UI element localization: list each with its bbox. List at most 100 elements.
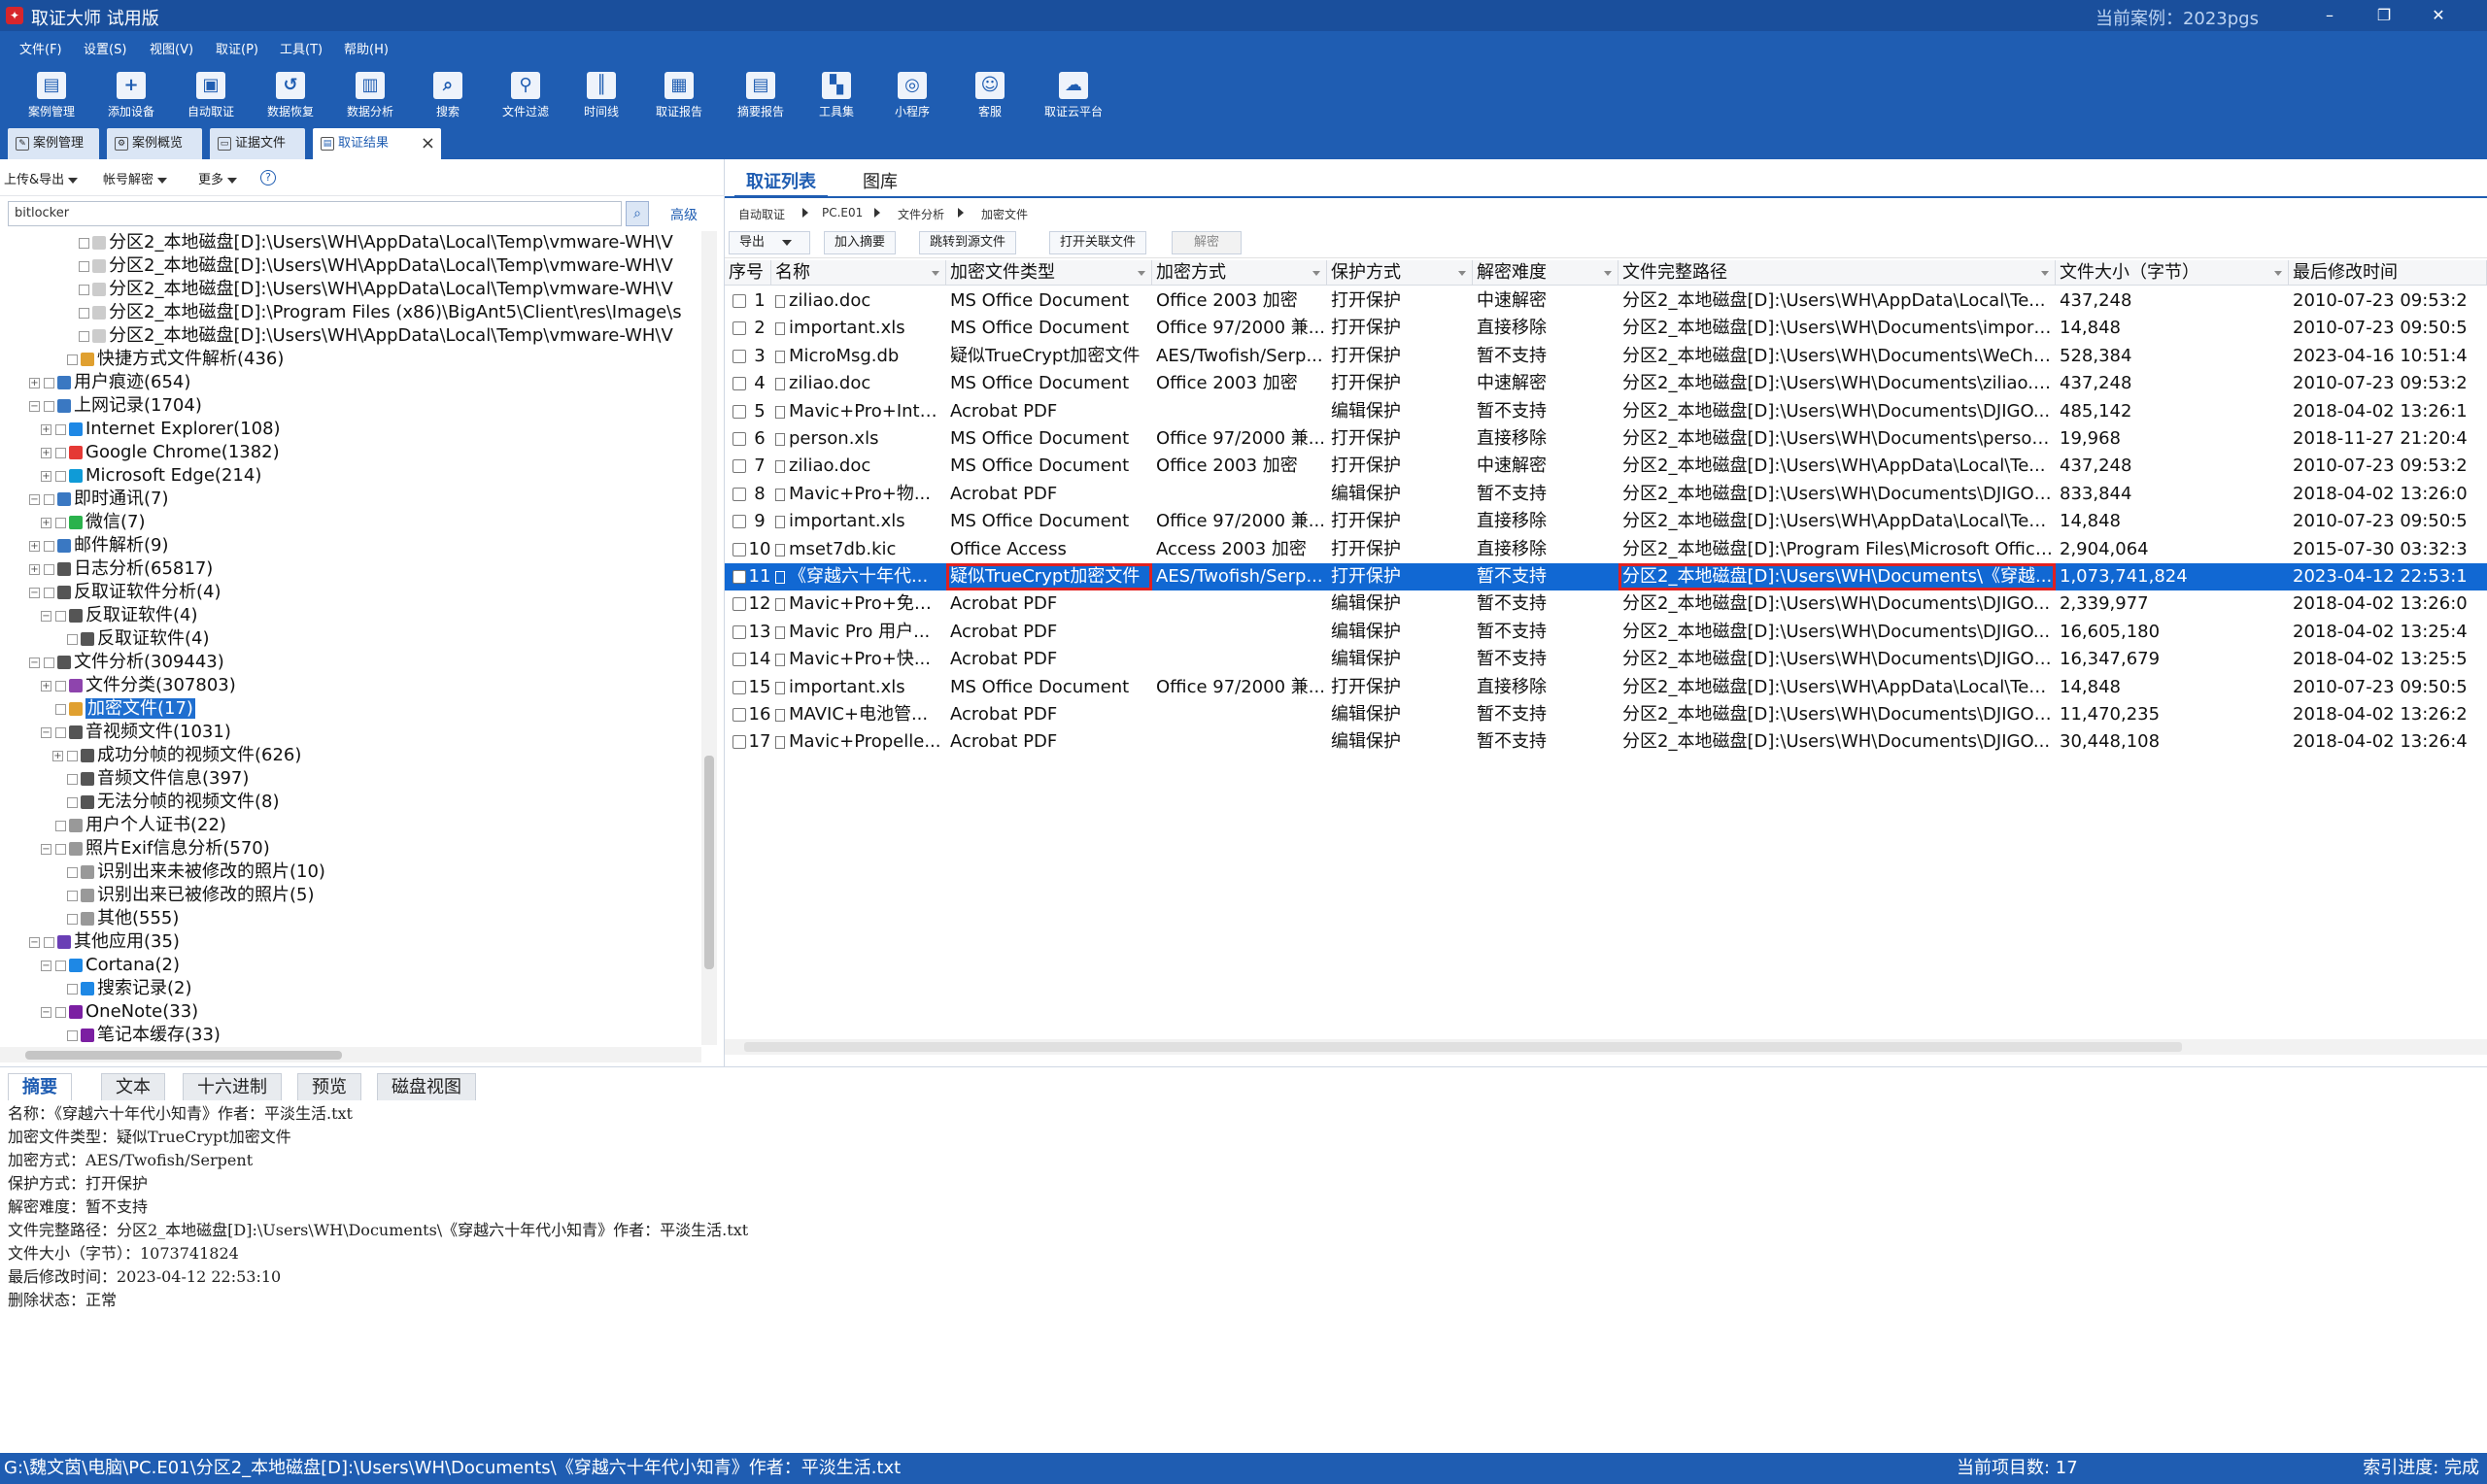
collapse-icon[interactable]: −	[41, 843, 51, 855]
tree-vertical-scrollbar[interactable]	[701, 231, 717, 1045]
tree-node[interactable]: − 文件分析(309443)	[29, 651, 224, 674]
table-row[interactable]: 9 important.xls MS Office Document Office 9…	[725, 508, 2487, 535]
row-checkbox[interactable]	[732, 405, 746, 419]
tree-checkbox[interactable]	[67, 633, 78, 645]
tree-checkbox[interactable]	[55, 610, 66, 622]
tree-node[interactable]: − 反取证软件分析(4)	[29, 581, 221, 604]
scrollbar-thumb[interactable]	[744, 1042, 2182, 1052]
tree-node[interactable]: − 反取证软件(4)	[41, 604, 198, 627]
tree-node[interactable]: 反取证软件(4)	[52, 627, 210, 651]
tree-node[interactable]: − 上网记录(1704)	[29, 394, 202, 418]
tree-checkbox[interactable]	[79, 330, 89, 342]
row-checkbox[interactable]	[732, 597, 746, 611]
tree-node[interactable]: + 用户痕迹(654)	[29, 371, 190, 394]
tree-checkbox[interactable]	[44, 563, 54, 575]
tab-text[interactable]: 文本	[101, 1073, 165, 1100]
data-recovery-button[interactable]: ↺ 数据恢复	[251, 68, 330, 124]
expand-icon[interactable]: +	[41, 447, 51, 458]
tree-checkbox[interactable]	[67, 773, 78, 785]
column-name[interactable]: 名称	[771, 260, 946, 286]
tree-checkbox[interactable]	[44, 657, 54, 668]
tree-node[interactable]: 识别出来已被修改的照片(5)	[52, 884, 315, 907]
column-full-path[interactable]: 文件完整路径	[1618, 260, 2056, 286]
tree-checkbox[interactable]	[67, 354, 78, 365]
column-encrypted-type[interactable]: 加密文件类型	[946, 260, 1152, 286]
collapse-icon[interactable]: −	[29, 493, 40, 505]
tree-checkbox[interactable]	[44, 936, 54, 948]
tree-node[interactable]: 分区2_本地磁盘[D]:\Users\WH\AppData\Local\Temp…	[64, 278, 673, 301]
tree-node[interactable]: − OneNote(33)	[41, 1000, 198, 1024]
tree-node[interactable]: + 邮件解析(9)	[29, 534, 169, 557]
search-button[interactable]: ⌕ 搜索	[408, 68, 488, 124]
breadcrumb-item[interactable]: 自动取证	[738, 206, 785, 222]
row-checkbox[interactable]	[732, 708, 746, 722]
auto-forensics-button[interactable]: ▣ 自动取证	[171, 68, 251, 124]
expand-icon[interactable]: +	[52, 750, 63, 761]
tree-node[interactable]: − Cortana(2)	[41, 954, 180, 977]
breadcrumb-item[interactable]: 文件分析	[898, 206, 944, 222]
row-checkbox[interactable]	[732, 294, 746, 308]
expand-icon[interactable]: +	[29, 377, 40, 388]
tab-case-management[interactable]: ✎ 案例管理	[8, 128, 99, 159]
tree-checkbox[interactable]	[67, 983, 78, 995]
tree-checkbox[interactable]	[67, 913, 78, 925]
tree-checkbox[interactable]	[44, 493, 54, 505]
tree-checkbox[interactable]	[79, 260, 89, 272]
tree-checkbox[interactable]	[79, 237, 89, 249]
tree-checkbox[interactable]	[55, 726, 66, 738]
collapse-icon[interactable]: −	[41, 960, 51, 971]
tree-node[interactable]: 搜索记录(2)	[52, 977, 192, 1000]
menu-settings[interactable]: 设置(S)	[84, 39, 126, 57]
row-checkbox[interactable]	[732, 432, 746, 446]
tree-node[interactable]: 分区2_本地磁盘[D]:\Program Files (x86)\BigAnt5…	[64, 301, 682, 324]
menu-file[interactable]: 文件(F)	[19, 39, 62, 57]
tree-checkbox[interactable]	[44, 540, 54, 552]
collapse-icon[interactable]: −	[29, 400, 40, 412]
table-row[interactable]: 4 ziliao.doc MS Office Document Office 2003…	[725, 370, 2487, 397]
scrollbar-thumb[interactable]	[25, 1051, 342, 1060]
summary-report-button[interactable]: ▤ 摘要报告	[721, 68, 801, 124]
tab-disk-view[interactable]: 磁盘视图	[377, 1073, 476, 1100]
tab-forensics-results[interactable]: ▤ 取证结果 ×	[313, 128, 441, 159]
jump-to-source-button[interactable]: 跳转到源文件	[919, 231, 1017, 254]
timeline-button[interactable]: ║ 时间线	[562, 68, 641, 124]
tree-search-input[interactable]: bitlocker	[8, 201, 622, 226]
table-horizontal-scrollbar[interactable]	[725, 1039, 2487, 1055]
column-encryption-method[interactable]: 加密方式	[1152, 260, 1327, 286]
tree-node[interactable]: + Internet Explorer(108)	[41, 418, 281, 441]
toolset-button[interactable]: ▚ 工具集	[797, 68, 876, 124]
breadcrumb-item[interactable]: 加密文件	[981, 206, 1028, 222]
tab-evidence-list[interactable]: 取证列表	[734, 169, 828, 198]
minimize-icon[interactable]: –	[2316, 4, 2343, 27]
tree-checkbox[interactable]	[67, 796, 78, 808]
add-to-summary-button[interactable]: 加入摘要	[824, 231, 897, 254]
tree-checkbox[interactable]	[55, 470, 66, 482]
table-row[interactable]: 3 MicroMsg.db 疑似TrueCrypt加密文件 AES/Twofish/S…	[725, 343, 2487, 370]
row-checkbox[interactable]	[732, 625, 746, 639]
tree-node[interactable]: + 成功分帧的视频文件(626)	[52, 744, 301, 767]
row-checkbox[interactable]	[732, 321, 746, 335]
column-difficulty[interactable]: 解密难度	[1473, 260, 1618, 286]
table-row[interactable]: 12 Mavic+Pro+免责... Acrobat PDF 编辑保护 暂不支持 分区2_…	[725, 590, 2487, 618]
help-icon[interactable]: ?	[260, 170, 276, 186]
row-checkbox[interactable]	[732, 515, 746, 528]
tree-checkbox[interactable]	[79, 284, 89, 295]
tab-gallery[interactable]: 图库	[851, 169, 909, 198]
tree-checkbox[interactable]	[44, 377, 54, 388]
tree-checkbox[interactable]	[44, 587, 54, 598]
tree-checkbox[interactable]	[55, 517, 66, 528]
table-row[interactable]: 2 important.xls MS Office Document Office 9…	[725, 315, 2487, 342]
table-row[interactable]: 15 important.xls MS Office Document Office …	[725, 674, 2487, 701]
table-row[interactable]: 1 ziliao.doc MS Office Document Office 2003…	[725, 287, 2487, 315]
menu-help[interactable]: 帮助(H)	[344, 39, 389, 57]
breadcrumb-item[interactable]: PC.E01	[822, 206, 863, 219]
expand-icon[interactable]: +	[29, 540, 40, 552]
tree-node[interactable]: + Microsoft Edge(214)	[41, 464, 261, 488]
tree-node[interactable]: 分区2_本地磁盘[D]:\Users\WH\AppData\Local\Temp…	[64, 231, 673, 254]
table-row[interactable]: 11 《穿越六十年代... 疑似TrueCrypt加密文件 AES/Twofish/S…	[725, 563, 2487, 590]
collapse-icon[interactable]: −	[29, 657, 40, 668]
tab-preview[interactable]: 预览	[297, 1073, 361, 1100]
advanced-search-link[interactable]: 高级	[670, 205, 698, 224]
table-row[interactable]: 8 Mavic+Pro+物... Acrobat PDF 编辑保护 暂不支持 分区2_本地…	[725, 481, 2487, 508]
tab-summary[interactable]: 摘要	[8, 1073, 72, 1100]
